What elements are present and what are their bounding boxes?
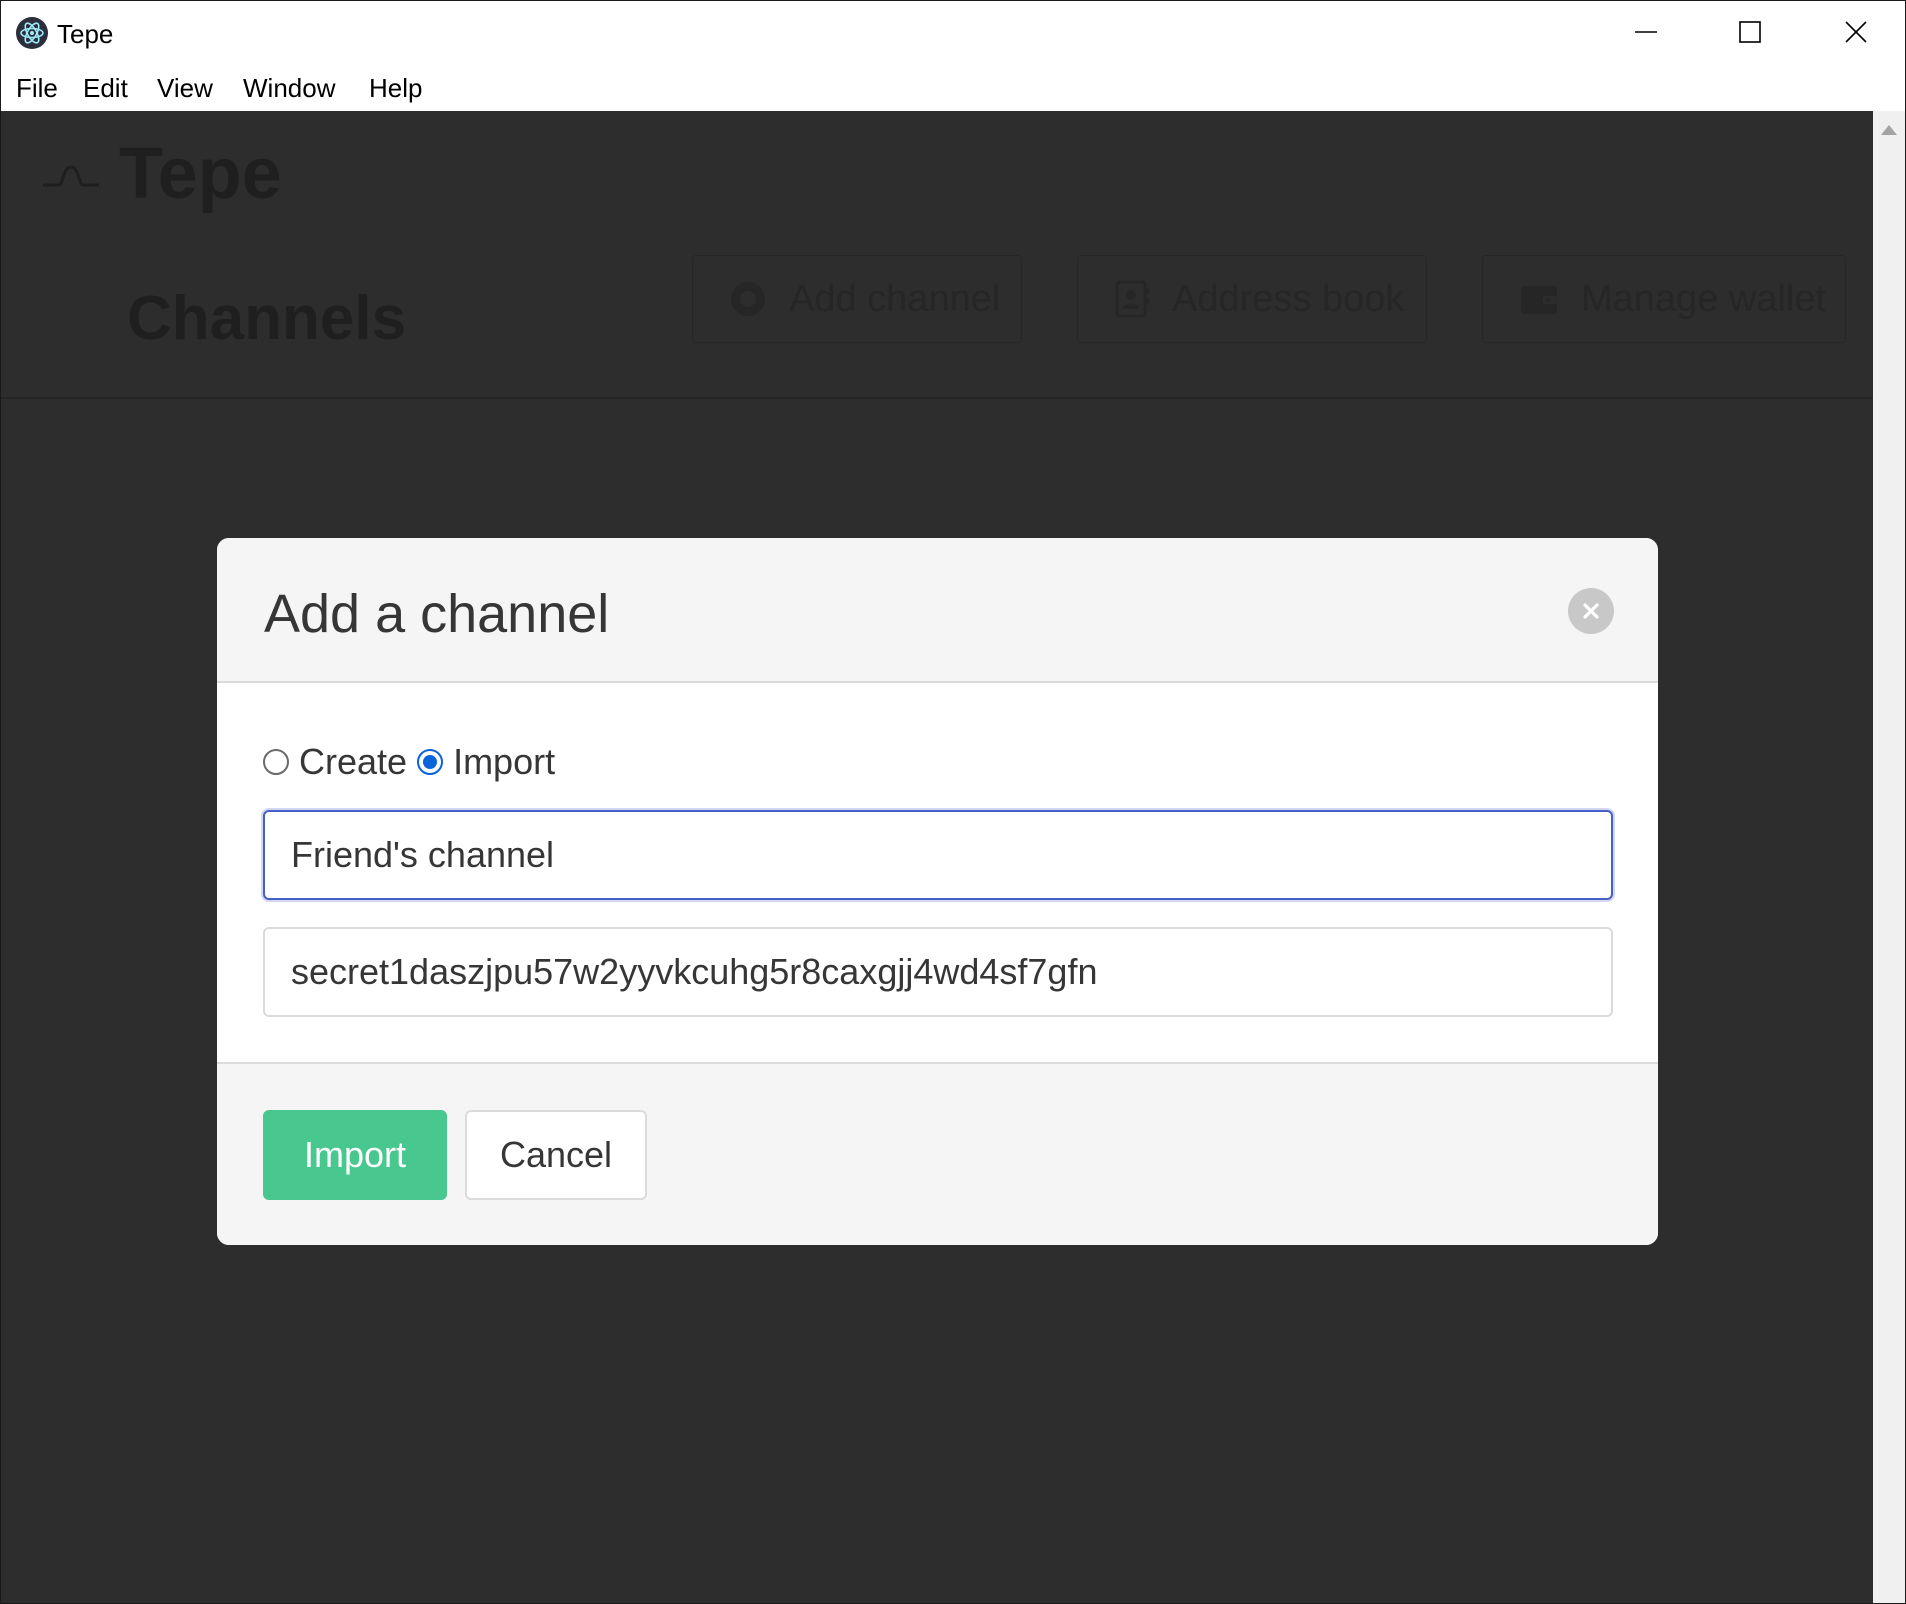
menu-window[interactable]: Window bbox=[243, 73, 335, 104]
menu-bar: File Edit View Window Help bbox=[1, 63, 1905, 111]
brand-logo-icon bbox=[43, 165, 99, 187]
minimize-button[interactable] bbox=[1611, 9, 1681, 55]
maximize-icon bbox=[1739, 21, 1761, 43]
channel-secret-input[interactable]: secret1daszjpu57w2yyvkcuhg5r8caxgjj4wd4s… bbox=[263, 927, 1613, 1017]
channel-secret-value: secret1daszjpu57w2yyvkcuhg5r8caxgjj4wd4s… bbox=[291, 951, 1098, 992]
menu-file[interactable]: File bbox=[16, 73, 58, 104]
vertical-scrollbar[interactable] bbox=[1873, 111, 1905, 1603]
modal-header: Add a channel bbox=[217, 538, 1658, 683]
electron-app-icon bbox=[16, 17, 48, 49]
menu-help[interactable]: Help bbox=[369, 73, 422, 104]
cancel-button[interactable]: Cancel bbox=[465, 1110, 647, 1200]
address-book-icon bbox=[1115, 280, 1149, 318]
add-channel-button[interactable]: Add channel bbox=[692, 255, 1022, 343]
import-button[interactable]: Import bbox=[263, 1110, 447, 1200]
modal-footer: Import Cancel bbox=[217, 1062, 1658, 1245]
import-radio[interactable] bbox=[417, 749, 444, 775]
menu-view[interactable]: View bbox=[157, 73, 213, 104]
address-book-label: Address book bbox=[1172, 277, 1405, 320]
mode-radio-group: Create Import bbox=[263, 738, 565, 786]
channel-name-value: Friend's channel bbox=[291, 834, 555, 875]
import-radio-label[interactable]: Import bbox=[453, 741, 555, 783]
scroll-up-arrow-icon[interactable] bbox=[1881, 125, 1897, 135]
close-window-button[interactable] bbox=[1821, 9, 1891, 55]
maximize-button[interactable] bbox=[1715, 9, 1785, 55]
close-icon bbox=[1845, 21, 1867, 43]
channel-name-input[interactable]: Friend's channel bbox=[263, 810, 1613, 900]
plus-circle-icon bbox=[731, 282, 765, 316]
window-title: Tepe bbox=[57, 19, 114, 49]
close-icon bbox=[1583, 603, 1599, 619]
header-divider bbox=[1, 397, 1873, 399]
add-channel-modal: Add a channel Create Import Friend's cha… bbox=[217, 538, 1658, 1245]
modal-title: Add a channel bbox=[264, 584, 610, 644]
manage-wallet-label: Manage wallet bbox=[1581, 277, 1827, 320]
minimize-icon bbox=[1635, 31, 1657, 33]
title-bar: Tepe bbox=[1, 1, 1905, 63]
add-channel-label: Add channel bbox=[789, 277, 1001, 320]
brand-title: Tepe bbox=[119, 134, 282, 214]
create-radio-label[interactable]: Create bbox=[299, 741, 407, 783]
menu-edit[interactable]: Edit bbox=[83, 73, 128, 104]
page-title: Channels bbox=[127, 284, 407, 353]
manage-wallet-button[interactable]: Manage wallet bbox=[1482, 255, 1846, 343]
modal-close-button[interactable] bbox=[1568, 588, 1614, 634]
wallet-icon bbox=[1521, 286, 1557, 314]
create-radio[interactable] bbox=[263, 749, 289, 775]
address-book-button[interactable]: Address book bbox=[1077, 255, 1427, 343]
app-window: Tepe File Edit View Window Help Tepe Cha… bbox=[0, 0, 1906, 1604]
